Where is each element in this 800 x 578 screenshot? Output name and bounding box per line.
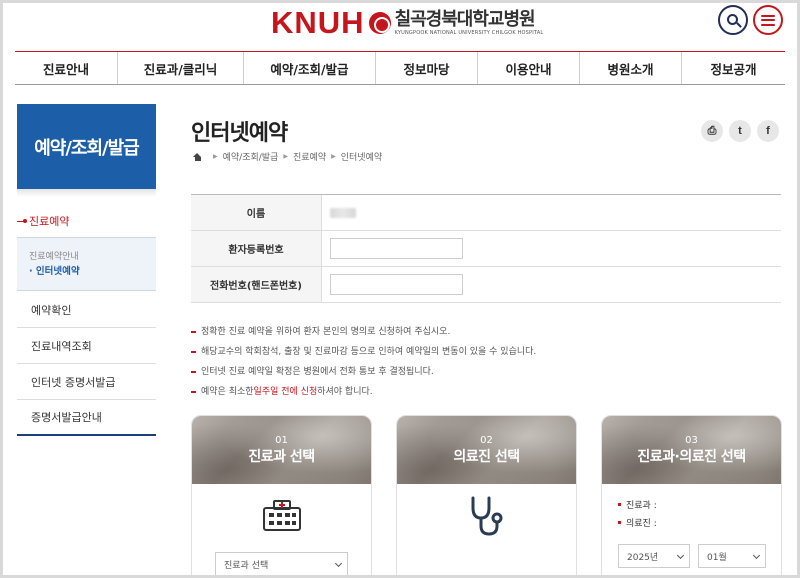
step-card-header: 03 진료과·의료진 선택 [602, 416, 781, 484]
registration-label: 환자등록번호 [191, 231, 322, 266]
month-select[interactable]: 01월 [698, 544, 766, 568]
notice-item: 해당교수의 학회참석, 출장 및 진료마감 등으로 인하여 예약일의 변동이 있… [191, 342, 781, 362]
twitter-icon[interactable]: t [729, 120, 751, 142]
facebook-icon[interactable]: f [757, 120, 779, 142]
nav-item-disclosure[interactable]: 정보공개 [682, 52, 785, 84]
chevron-down-icon [676, 551, 685, 560]
step-number: 02 [480, 434, 493, 446]
step-title: 진료과 선택 [248, 448, 315, 465]
page-frame: KNUH 칠곡경북대학교병원 KYUNGPOOK NATIONAL UNIVER… [0, 0, 800, 578]
breadcrumb-item[interactable]: 예약/조회/발급 [223, 150, 279, 163]
logo-name: 칠곡경북대학교병원 [394, 8, 536, 30]
sidebar-title-shadow [17, 189, 156, 197]
step-card-department: 01 진료과 선택 진료과 선택 [191, 415, 372, 575]
print-icon[interactable]: ⎙ [701, 120, 723, 142]
notice-list: 정확한 진료 예약을 위하여 환자 본인의 명의로 신청하여 주십시오. 해당교… [191, 322, 781, 402]
sidebar-submenu: 진료예약안내 · 인터넷예약 [17, 237, 156, 291]
step-title: 진료과·의료진 선택 [637, 448, 746, 465]
nav-item-clinic-guide[interactable]: 진료안내 [15, 52, 118, 84]
chevron-down-icon [334, 559, 343, 568]
notice-item: 인터넷 진료 예약일 확정은 병원에서 전화 통보 후 결정됩니다. [191, 362, 781, 382]
main-navigation: 진료안내 진료과/클리닉 예약/조회/발급 정보마당 이용안내 병원소개 정보공… [15, 51, 785, 85]
phone-label: 전화번호(핸드폰번호) [191, 267, 322, 302]
step-title: 의료진 선택 [453, 448, 520, 465]
sidebar-item-history[interactable]: 진료내역조회 [17, 328, 156, 364]
hospital-logo[interactable]: KNUH 칠곡경북대학교병원 KYUNGPOOK NATIONAL UNIVER… [271, 5, 544, 40]
selected-department: 진료과 : [618, 498, 657, 511]
year-select[interactable]: 2025년 [618, 544, 690, 568]
breadcrumb-item[interactable]: 진료예약 [293, 150, 326, 163]
logo-subtitle: KYUNGPOOK NATIONAL UNIVERSITY CHILGOK HO… [394, 29, 544, 36]
home-icon[interactable] [193, 152, 202, 161]
registration-number-input[interactable] [330, 238, 463, 259]
sidebar-title: 예약/조회/발급 [17, 104, 156, 189]
emblem-icon [368, 12, 391, 34]
submenu-item-reservation-guide[interactable]: 진료예약안내 [29, 250, 156, 265]
site-header: KNUH 칠곡경북대학교병원 KYUNGPOOK NATIONAL UNIVER… [3, 3, 797, 50]
nav-item-info[interactable]: 정보마당 [376, 52, 478, 84]
form-row-name: 이름 [191, 195, 781, 231]
patient-name-value [330, 207, 356, 218]
step-card-header: 01 진료과 선택 [192, 416, 371, 484]
name-label: 이름 [191, 195, 322, 230]
sidebar-item-reservation[interactable]: 진료예약 [17, 206, 156, 236]
search-icon [726, 13, 738, 25]
step-number: 01 [275, 434, 288, 446]
nav-item-usage-guide[interactable]: 이용안내 [478, 52, 580, 84]
hamburger-icon [761, 14, 775, 26]
step-card-header: 02 의료진 선택 [397, 416, 576, 484]
notice-item: 예약은 최소한 일주일 전에 신청 하셔야 합니다. [191, 382, 781, 402]
department-select[interactable]: 진료과 선택 [215, 552, 348, 575]
step-number: 03 [685, 434, 698, 446]
sidebar-item-label: 진료예약 [29, 215, 70, 228]
arrow-bullet-icon [17, 218, 27, 223]
sidebar-item-check[interactable]: 예약확인 [17, 292, 156, 328]
menu-button[interactable] [753, 5, 783, 35]
breadcrumb-item: 인터넷예약 [340, 153, 383, 163]
chevron-down-icon [752, 551, 761, 560]
form-row-registration: 환자등록번호 [191, 231, 781, 267]
submenu-item-internet-reservation[interactable]: · 인터넷예약 [29, 265, 156, 279]
selected-doctor: 의료진 : [618, 516, 657, 529]
breadcrumb: ▶ 예약/조회/발급 ▶ 진료예약 ▶ 인터넷예약 [193, 150, 382, 163]
nav-item-reservation[interactable]: 예약/조회/발급 [244, 52, 376, 84]
step-card-doctor: 02 의료진 선택 [396, 415, 577, 575]
step-card-summary: 03 진료과·의료진 선택 진료과 : 의료진 : 2025년 01월 [601, 415, 782, 575]
nav-item-about[interactable]: 병원소개 [580, 52, 682, 84]
nav-item-departments[interactable]: 진료과/클리닉 [118, 52, 244, 84]
page-title: 인터넷예약 [191, 121, 288, 146]
phone-number-input[interactable] [330, 274, 463, 295]
logo-mark: KNUH [271, 5, 365, 40]
sidebar-item-certificate-guide[interactable]: 증명서발급안내 [17, 400, 156, 436]
patient-form: 이름 환자등록번호 전화번호(핸드폰번호) [191, 194, 781, 303]
hospital-icon [263, 500, 301, 531]
search-button[interactable] [718, 5, 748, 35]
notice-highlight: 일주일 전에 신청 [253, 387, 318, 397]
stethoscope-icon [471, 496, 503, 536]
form-row-phone: 전화번호(핸드폰번호) [191, 267, 781, 303]
notice-item: 정확한 진료 예약을 위하여 환자 본인의 명의로 신청하여 주십시오. [191, 322, 781, 342]
sidebar-item-certificate[interactable]: 인터넷 증명서발급 [17, 364, 156, 400]
